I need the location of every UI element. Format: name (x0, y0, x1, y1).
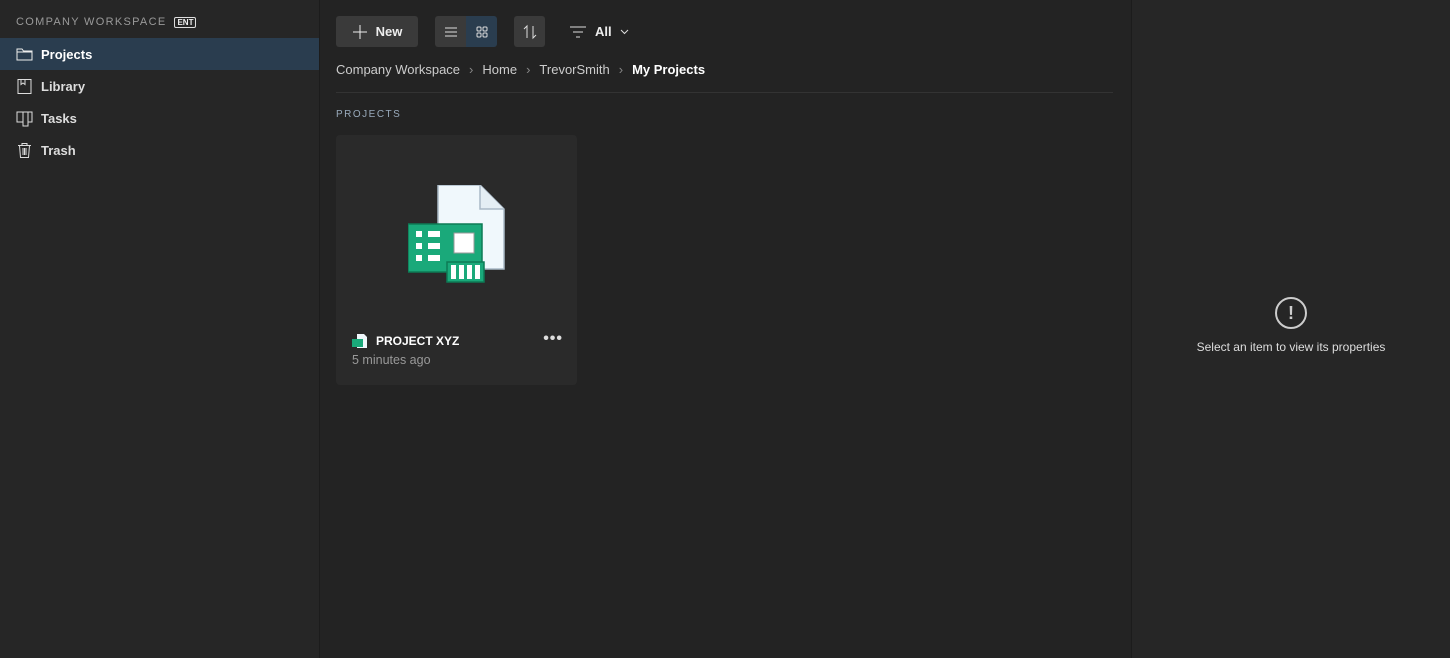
sidebar-item-label: Tasks (41, 110, 77, 126)
new-button[interactable]: New (336, 16, 418, 47)
chevron-right-icon: › (469, 62, 474, 77)
sidebar: COMPANY WORKSPACE ENT Projects Library T… (0, 0, 320, 658)
breadcrumb-item[interactable]: Home (482, 62, 517, 77)
project-modified-time: 5 minutes ago (352, 353, 431, 367)
grid-view-button[interactable] (466, 16, 497, 47)
sidebar-item-tasks[interactable]: Tasks (0, 102, 319, 134)
book-icon (17, 78, 32, 94)
breadcrumb-item[interactable]: Company Workspace (336, 62, 460, 77)
breadcrumb: Company Workspace › Home › TrevorSmith › My… (336, 62, 705, 77)
sidebar-item-projects[interactable]: Projects (0, 38, 319, 70)
workspace-name: COMPANY WORKSPACE (16, 16, 167, 28)
list-icon (444, 27, 457, 36)
list-view-button[interactable] (435, 16, 466, 47)
sidebar-item-label: Library (41, 78, 86, 94)
properties-panel: ! Select an item to view its properties (1131, 0, 1450, 658)
sidebar-item-trash[interactable]: Trash (0, 134, 319, 166)
toolbar: New All (336, 16, 629, 47)
pcb-document-icon (408, 185, 505, 283)
project-card[interactable]: PROJECT XYZ 5 minutes ago ••• (336, 135, 577, 385)
trash-icon (18, 142, 31, 158)
chevron-right-icon: › (618, 62, 624, 77)
sidebar-item-library[interactable]: Library (0, 70, 319, 102)
grid-icon (476, 26, 487, 37)
plus-icon (352, 24, 367, 39)
chevron-right-icon: › (526, 62, 531, 77)
chevron-down-icon (620, 29, 628, 34)
filter-icon (570, 26, 586, 37)
breadcrumb-item[interactable]: TrevorSmith (539, 62, 609, 77)
divider (336, 92, 1113, 93)
board-icon (16, 111, 33, 126)
sidebar-item-label: Trash (41, 142, 76, 158)
breadcrumb-current: My Projects (632, 62, 706, 77)
info-exclamation-icon: ! (1275, 297, 1307, 329)
filter-value: All (595, 24, 612, 39)
main-content: New All Company Workspace › Home › TrevorS… (320, 0, 1131, 658)
sort-button[interactable] (514, 16, 545, 47)
new-button-label: New (375, 24, 403, 39)
plan-badge: ENT (174, 16, 197, 28)
sidebar-item-label: Projects (41, 46, 93, 62)
empty-state-message: Select an item to view its properties (1196, 340, 1386, 354)
folder-icon (16, 48, 33, 60)
view-toggle (435, 16, 497, 47)
pcb-file-icon (352, 334, 367, 348)
sort-icon (523, 24, 536, 39)
filter-dropdown[interactable]: All (569, 24, 629, 39)
more-options-icon[interactable]: ••• (543, 330, 563, 348)
section-heading: PROJECTS (336, 109, 402, 120)
workspace-header: COMPANY WORKSPACE ENT (16, 16, 197, 28)
project-name: PROJECT XYZ (376, 334, 460, 348)
